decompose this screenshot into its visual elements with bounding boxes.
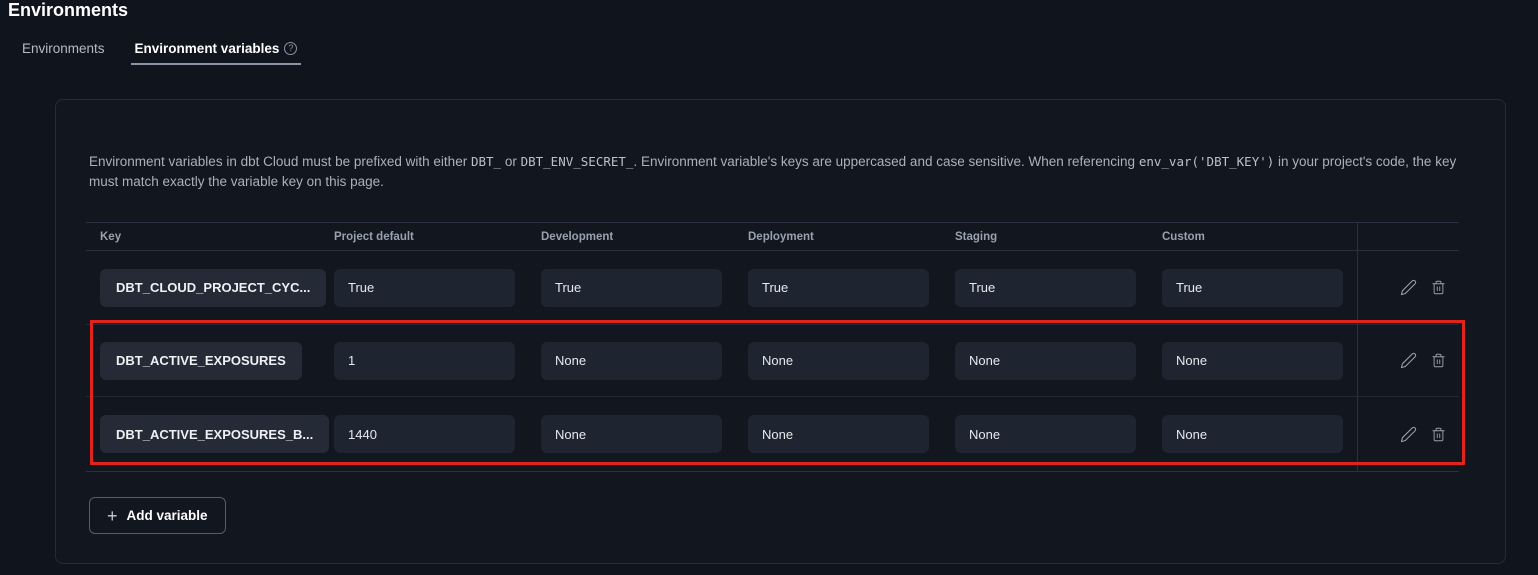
table-header-row: Key Project default Development Deployme… <box>86 222 1459 251</box>
environment-variables-table: Key Project default Development Deployme… <box>86 222 1459 472</box>
plus-icon: + <box>107 507 118 525</box>
tab-bar: Environments Environment variables ? <box>22 40 301 65</box>
variable-key-cell: DBT_CLOUD_PROJECT_CYC... <box>86 269 320 307</box>
table-row: DBT_CLOUD_PROJECT_CYC... True True True … <box>86 251 1459 325</box>
delete-trash-icon <box>1431 427 1446 442</box>
row-actions <box>1357 397 1459 471</box>
staging-cell: None <box>941 342 1148 380</box>
variable-value: None <box>541 415 722 453</box>
variable-value: 1 <box>334 342 515 380</box>
project-default-cell: 1 <box>320 342 527 380</box>
description-text: Environment variables in dbt Cloud must … <box>89 152 1457 192</box>
page-title: Environments <box>8 0 128 21</box>
development-cell: True <box>527 269 734 307</box>
row-actions <box>1357 251 1459 324</box>
staging-cell: True <box>941 269 1148 307</box>
edit-pencil-icon <box>1400 279 1417 296</box>
row-actions <box>1357 325 1459 396</box>
help-icon[interactable]: ? <box>284 42 297 55</box>
edit-pencil-icon <box>1400 352 1417 369</box>
delete-trash-icon <box>1431 280 1446 295</box>
variable-key: DBT_CLOUD_PROJECT_CYC... <box>100 269 326 307</box>
variable-value: None <box>955 415 1136 453</box>
variable-value: None <box>541 342 722 380</box>
variable-value: None <box>748 342 929 380</box>
edit-variable-button[interactable] <box>1400 279 1417 296</box>
custom-cell: True <box>1148 269 1357 307</box>
variable-value: None <box>748 415 929 453</box>
variable-key: DBT_ACTIVE_EXPOSURES_B... <box>100 415 329 453</box>
project-default-cell: True <box>320 269 527 307</box>
project-default-cell: 1440 <box>320 415 527 453</box>
description-code: DBT_ <box>471 154 501 169</box>
column-header-project-default: Project default <box>320 231 527 243</box>
variable-value: True <box>748 269 929 307</box>
deployment-cell: None <box>734 342 941 380</box>
column-header-actions <box>1357 223 1459 250</box>
staging-cell: None <box>941 415 1148 453</box>
development-cell: None <box>527 415 734 453</box>
column-header-key: Key <box>86 231 320 243</box>
variable-value: None <box>955 342 1136 380</box>
variable-value: None <box>1162 415 1343 453</box>
table-row-highlighted: DBT_ACTIVE_EXPOSURES_B... 1440 None None… <box>86 397 1459 472</box>
variable-value: None <box>1162 342 1343 380</box>
tab-environment-variables-label: Environment variables <box>135 41 280 56</box>
variable-value: True <box>955 269 1136 307</box>
variable-value: 1440 <box>334 415 515 453</box>
environments-page: { "page": { "title": "Environments" }, "… <box>0 0 1538 575</box>
edit-pencil-icon <box>1400 426 1417 443</box>
delete-trash-icon <box>1431 353 1446 368</box>
variable-key-cell: DBT_ACTIVE_EXPOSURES <box>86 342 320 380</box>
description-part: . Environment variable's keys are upperc… <box>633 154 1138 169</box>
column-header-staging: Staging <box>941 231 1148 243</box>
description-part: or <box>501 154 521 169</box>
add-variable-button[interactable]: + Add variable <box>89 497 226 534</box>
edit-variable-button[interactable] <box>1400 426 1417 443</box>
delete-variable-button[interactable] <box>1431 353 1446 368</box>
variable-key-cell: DBT_ACTIVE_EXPOSURES_B... <box>86 415 320 453</box>
add-variable-label: Add variable <box>127 508 208 523</box>
column-header-development: Development <box>527 231 734 243</box>
variable-value: True <box>541 269 722 307</box>
description-code: env_var('DBT_KEY') <box>1139 154 1274 169</box>
deployment-cell: True <box>734 269 941 307</box>
column-header-deployment: Deployment <box>734 231 941 243</box>
delete-variable-button[interactable] <box>1431 427 1446 442</box>
edit-variable-button[interactable] <box>1400 352 1417 369</box>
variable-key: DBT_ACTIVE_EXPOSURES <box>100 342 302 380</box>
deployment-cell: None <box>734 415 941 453</box>
tab-environment-variables[interactable]: Environment variables ? <box>131 41 302 65</box>
variable-value: True <box>1162 269 1343 307</box>
table-row-highlighted: DBT_ACTIVE_EXPOSURES 1 None None None No… <box>86 325 1459 397</box>
custom-cell: None <box>1148 415 1357 453</box>
environment-variables-card: Environment variables in dbt Cloud must … <box>55 99 1506 564</box>
variable-value: True <box>334 269 515 307</box>
delete-variable-button[interactable] <box>1431 280 1446 295</box>
description-code: DBT_ENV_SECRET_ <box>521 154 634 169</box>
tab-environments[interactable]: Environments <box>22 41 105 65</box>
development-cell: None <box>527 342 734 380</box>
column-header-custom: Custom <box>1148 231 1357 243</box>
custom-cell: None <box>1148 342 1357 380</box>
description-part: Environment variables in dbt Cloud must … <box>89 154 471 169</box>
